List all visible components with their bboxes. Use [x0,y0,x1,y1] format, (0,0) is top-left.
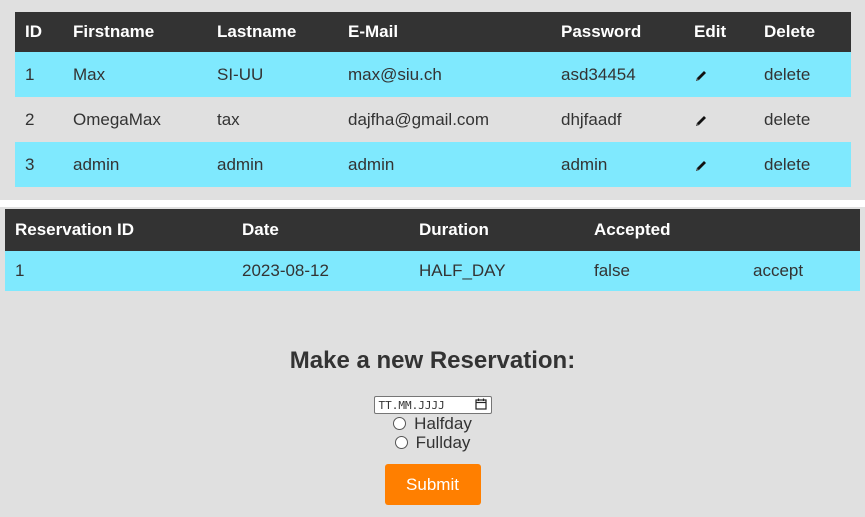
cell-email: dajfha@gmail.com [338,97,551,142]
cell-id: 1 [15,52,63,97]
col-header-id: ID [15,12,63,52]
col-header-date: Date [232,209,409,251]
table-row: 3 admin admin admin admin delete [15,142,851,187]
reservations-table: Reservation ID Date Duration Accepted 1 … [5,209,860,291]
col-header-delete: Delete [754,12,851,52]
cell-lastname: SI-UU [207,52,338,97]
col-header-accepted: Accepted [584,209,743,251]
col-header-firstname: Firstname [63,12,207,52]
cell-lastname: tax [207,97,338,142]
col-header-password: Password [551,12,684,52]
col-header-email: E-Mail [338,12,551,52]
reservations-panel: Reservation ID Date Duration Accepted 1 … [0,207,865,517]
edit-cell [684,52,754,97]
reservations-header-row: Reservation ID Date Duration Accepted [5,209,860,251]
cell-password: admin [551,142,684,187]
form-title: Make a new Reservation: [289,347,576,374]
date-input[interactable]: TT.MM.JJJJ [373,396,492,414]
cell-lastname: admin [207,142,338,187]
radio-circle[interactable] [394,436,408,449]
cell-password: asd34454 [551,52,684,97]
cell-reservation-id: 1 [5,251,232,291]
pencil-icon[interactable] [694,158,708,172]
pencil-icon[interactable] [694,68,708,82]
cell-password: dhjfaadf [551,97,684,142]
edit-cell [684,142,754,187]
date-placeholder: TT.MM.JJJJ [378,398,445,412]
radio-label-fullday: Fullday [415,432,471,452]
col-header-duration: Duration [409,209,584,251]
calendar-icon[interactable] [474,398,487,413]
delete-link[interactable]: delete [754,52,851,97]
table-row: 1 Max SI-UU max@siu.ch asd34454 delete [15,52,851,97]
cell-firstname: OmegaMax [63,97,207,142]
cell-accepted: false [584,251,743,291]
col-header-lastname: Lastname [207,12,338,52]
delete-link[interactable]: delete [754,142,851,187]
cell-duration: HALF_DAY [409,251,584,291]
table-row: 2 OmegaMax tax dajfha@gmail.com dhjfaadf… [15,97,851,142]
col-header-edit: Edit [684,12,754,52]
radio-label-halfday: Halfday [414,413,472,433]
col-header-reservation-id: Reservation ID [5,209,232,251]
users-panel: ID Firstname Lastname E-Mail Password Ed… [0,0,865,200]
users-table: ID Firstname Lastname E-Mail Password Ed… [15,12,851,187]
table-row: 1 2023-08-12 HALF_DAY false accept [5,251,860,291]
cell-firstname: admin [63,142,207,187]
edit-cell [684,97,754,142]
accept-link[interactable]: accept [743,251,860,291]
radio-halfday[interactable]: Halfday [0,414,865,433]
users-header-row: ID Firstname Lastname E-Mail Password Ed… [15,12,851,52]
cell-id: 2 [15,97,63,142]
radio-fullday[interactable]: Fullday [0,433,865,452]
cell-id: 3 [15,142,63,187]
cell-email: admin [338,142,551,187]
delete-link[interactable]: delete [754,97,851,142]
cell-email: max@siu.ch [338,52,551,97]
cell-date: 2023-08-12 [232,251,409,291]
radio-circle[interactable] [393,417,407,430]
col-header-action [743,209,860,251]
cell-firstname: Max [63,52,207,97]
submit-button[interactable]: Submit [384,464,481,505]
reservation-form: Make a new Reservation: TT.MM.JJJJ Halfd… [0,337,865,505]
pencil-icon[interactable] [694,113,708,127]
